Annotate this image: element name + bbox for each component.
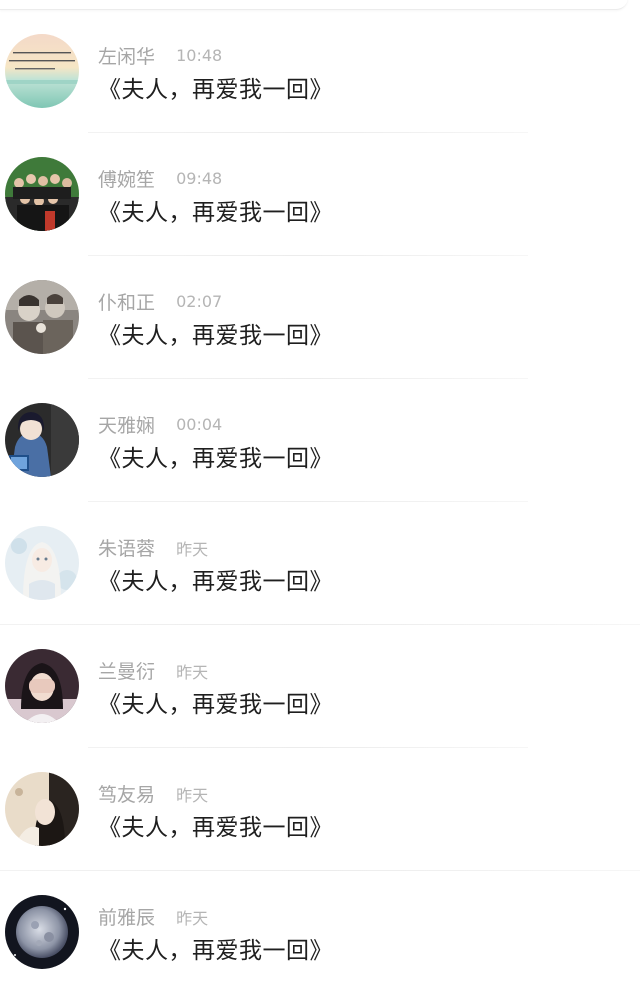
conversation-meta: 左闲华 10:48 xyxy=(98,42,223,68)
conversation-item[interactable]: 朱语蓉 昨天 《夫人，再爱我一回》 xyxy=(0,502,640,625)
message-time: 昨天 xyxy=(176,539,209,559)
chat-list-screen: 左闲华 10:48 《夫人，再爱我一回》 傅婉笙 09:48 《夫人，再爱我一回… xyxy=(0,0,640,992)
message-time: 昨天 xyxy=(176,908,209,928)
message-preview: 《夫人，再爱我一回》 xyxy=(98,446,333,472)
conversation-meta: 傅婉笙 09:48 xyxy=(98,165,223,191)
message-time: 00:04 xyxy=(176,415,223,434)
children-photo-avatar xyxy=(5,280,79,354)
group-photo-avatar xyxy=(5,157,79,231)
woman-profile-avatar xyxy=(5,772,79,846)
message-preview: 《夫人，再爱我一回》 xyxy=(98,569,333,595)
message-preview: 《夫人，再爱我一回》 xyxy=(98,323,333,349)
contact-name: 笃友易 xyxy=(98,784,156,806)
message-preview: 《夫人，再爱我一回》 xyxy=(98,692,333,718)
conversation-item[interactable]: 兰曼衍 昨天 《夫人，再爱我一回》 xyxy=(0,625,640,748)
conversation-item[interactable]: 天雅娴 00:04 《夫人，再爱我一回》 xyxy=(0,379,640,502)
message-preview: 《夫人，再爱我一回》 xyxy=(98,200,333,226)
contact-name: 兰曼衍 xyxy=(98,661,156,683)
conversation-meta: 天雅娴 00:04 xyxy=(98,411,223,437)
contact-name: 仆和正 xyxy=(98,292,156,314)
contact-name: 前雅辰 xyxy=(98,907,156,929)
contact-name: 天雅娴 xyxy=(98,415,156,437)
contact-name: 傅婉笙 xyxy=(98,169,156,191)
conversation-item[interactable]: 仆和正 02:07 《夫人，再爱我一回》 xyxy=(0,256,640,379)
message-preview: 《夫人，再爱我一回》 xyxy=(98,815,333,841)
conversation-item[interactable]: 前雅辰 昨天 《夫人，再爱我一回》 xyxy=(0,871,640,992)
conversation-list: 左闲华 10:48 《夫人，再爱我一回》 傅婉笙 09:48 《夫人，再爱我一回… xyxy=(0,10,640,992)
message-time: 10:48 xyxy=(176,46,223,65)
contact-name: 左闲华 xyxy=(98,46,156,68)
landscape-avatar xyxy=(5,34,79,108)
conversation-meta: 朱语蓉 昨天 xyxy=(98,534,209,560)
conversation-meta: 笃友易 昨天 xyxy=(98,780,209,806)
conversation-meta: 仆和正 02:07 xyxy=(98,288,223,314)
top-bar-edge xyxy=(0,0,628,10)
conversation-item[interactable]: 左闲华 10:48 《夫人，再爱我一回》 xyxy=(0,10,640,133)
message-time: 02:07 xyxy=(176,292,223,311)
illustrated-girl-avatar xyxy=(5,526,79,600)
conversation-item[interactable]: 傅婉笙 09:48 《夫人，再爱我一回》 xyxy=(0,133,640,256)
message-preview: 《夫人，再爱我一回》 xyxy=(98,77,333,103)
message-preview: 《夫人，再爱我一回》 xyxy=(98,938,333,964)
conversation-item[interactable]: 笃友易 昨天 《夫人，再爱我一回》 xyxy=(0,748,640,871)
message-time: 昨天 xyxy=(176,662,209,682)
conversation-meta: 前雅辰 昨天 xyxy=(98,903,209,929)
anime-girl-avatar xyxy=(5,403,79,477)
conversation-meta: 兰曼衍 昨天 xyxy=(98,657,209,683)
message-time: 09:48 xyxy=(176,169,223,188)
moon-avatar xyxy=(5,895,79,969)
contact-name: 朱语蓉 xyxy=(98,538,156,560)
girl-covering-face-avatar xyxy=(5,649,79,723)
message-time: 昨天 xyxy=(176,785,209,805)
